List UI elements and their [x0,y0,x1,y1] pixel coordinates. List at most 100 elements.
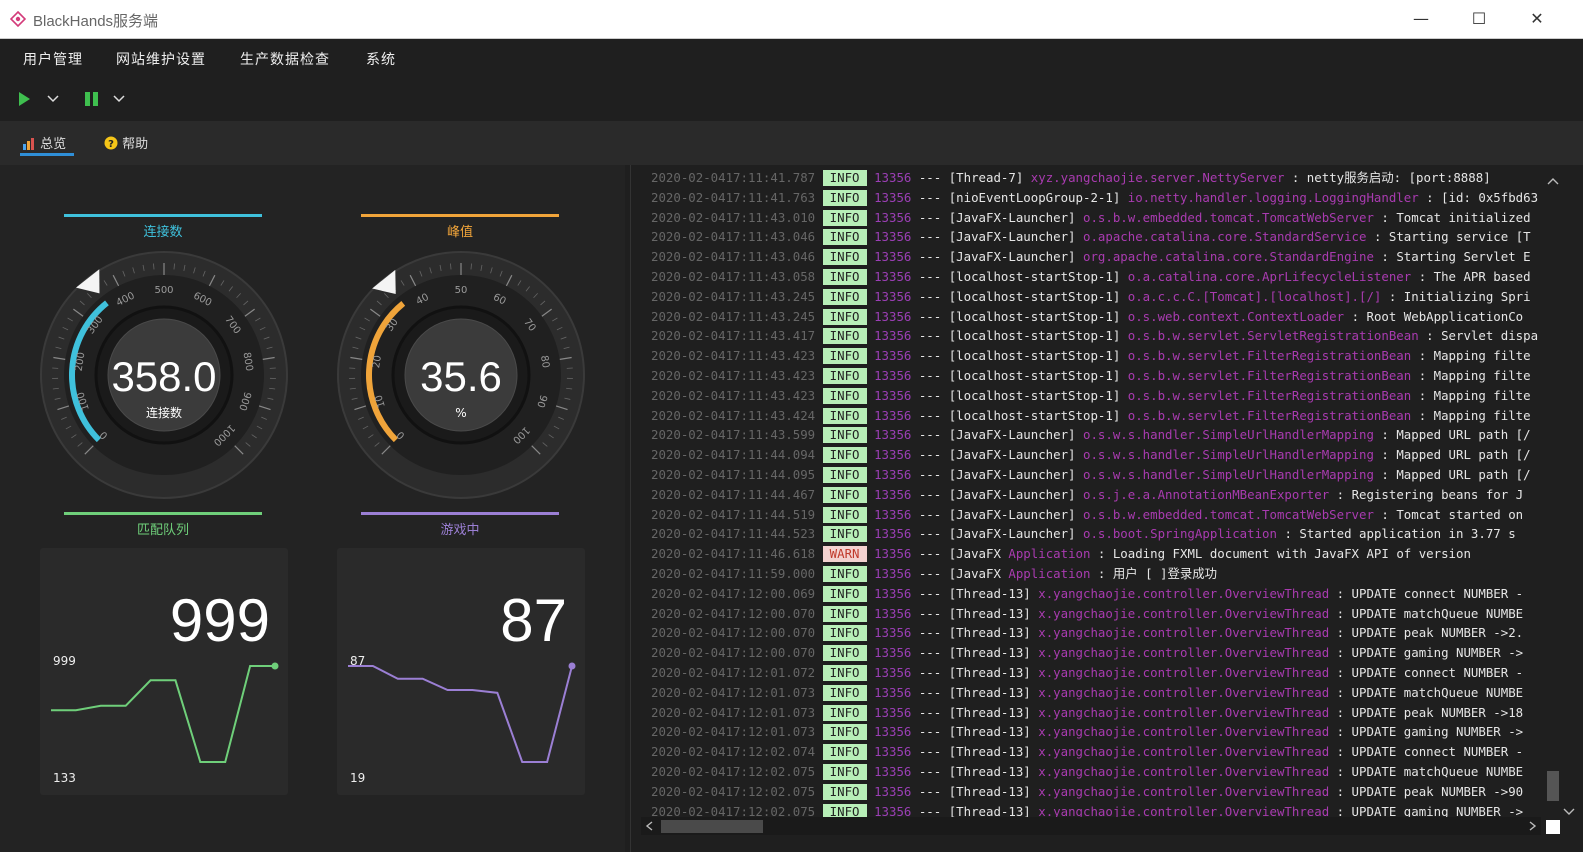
log-separator: --- [918,189,942,205]
log-logger: x.yangchaojie.controller.OverviewThread [1038,744,1330,760]
log-line: 2020-02-0417:12:02.075 INFO 13356 --- [T… [651,762,1546,782]
log-logger: o.s.w.s.handler.SimpleUrlHandlerMapping [1083,447,1374,463]
log-level-badge: INFO [822,605,867,622]
scroll-left-icon[interactable] [643,819,657,833]
minimize-button[interactable]: — [1398,6,1444,32]
gauge-minor-tick [470,263,472,270]
log-logger: Application [1008,565,1091,581]
log-message: : UPDATE connect NUMBER - [1336,744,1524,760]
log-level-badge: INFO [822,387,867,404]
menu-bar: 用户管理 网站维护设置 生产数据检查 系统 [0,39,1583,77]
log-timestamp: 2020-02-0417:12:01.072 [651,664,816,680]
log-pid: 13356 [874,427,912,443]
log-timestamp: 2020-02-0417:12:02.075 [651,803,816,819]
log-message: : Starting service [T [1373,229,1531,245]
gauge-tick-label: 20 [371,355,384,369]
log-thread: [JavaFX-Launcher] [948,486,1076,502]
log-separator: --- [918,229,942,245]
log-timestamp: 2020-02-0417:12:01.073 [651,724,816,740]
pause-icon[interactable] [84,91,100,107]
maximize-button[interactable]: ☐ [1456,6,1502,32]
horizontal-scroll-thumb[interactable] [661,820,763,833]
log-line: 2020-02-0417:11:44.523 INFO 13356 --- [J… [651,524,1546,544]
log-pid: 13356 [874,645,912,661]
log-separator: --- [918,645,942,661]
log-timestamp: 2020-02-0417:11:44.095 [651,466,816,482]
log-separator: --- [918,447,942,463]
scroll-right-icon[interactable] [1525,819,1539,833]
log-line: 2020-02-0417:12:00.070 INFO 13356 --- [T… [651,623,1546,643]
gauge-tick-label: 50 [455,285,468,296]
log-message: : UPDATE peak NUMBER ->90 [1336,783,1524,799]
menu-user-management[interactable]: 用户管理 [23,49,83,69]
window-title: BlackHands服务端 [33,13,159,30]
log-logger: o.a.catalina.core.AprLifecycleListener [1127,268,1412,284]
log-level-badge: INFO [822,170,867,186]
log-timestamp: 2020-02-0417:12:02.075 [651,763,816,779]
log-pid: 13356 [874,466,912,482]
log-logger: o.s.b.w.servlet.FilterRegistrationBean [1127,348,1412,364]
log-timestamp: 2020-02-0417:11:43.010 [651,209,816,225]
log-logger: o.s.b.w.embedded.tomcat.TomcatWebServer [1083,506,1374,522]
log-line: 2020-02-0417:11:41.787 INFO 13356 --- [T… [651,168,1546,188]
horizontal-scrollbar[interactable] [641,817,1541,835]
log-timestamp: 2020-02-0417:11:43.245 [651,288,816,304]
dashboard-panel: 连接数 峰值 0 100 200 300 400 500 600 700 800 900 1000 3… [0,165,625,852]
log-logger: o.s.b.w.servlet.ServletRegistrationBean [1127,328,1419,344]
log-timestamp: 2020-02-0417:11:43.417 [651,328,816,344]
menu-production-data[interactable]: 生产数据检查 [240,49,330,69]
play-icon[interactable] [18,91,32,107]
vertical-scrollbar[interactable] [1545,173,1575,818]
log-pid: 13356 [874,229,912,245]
tab-help[interactable]: ? 帮助 [104,133,148,152]
chevron-down-icon[interactable] [112,93,126,105]
log-message: : Tomcat started on [1381,506,1524,522]
vertical-scroll-thumb[interactable] [1547,771,1559,801]
log-level-badge: INFO [822,744,867,761]
log-level-badge: INFO [822,506,867,523]
menu-site-maintenance[interactable]: 网站维护设置 [116,49,206,69]
log-logger: o.s.w.s.handler.SimpleUrlHandlerMapping [1083,466,1374,482]
log-line: 2020-02-0417:11:43.046 INFO 13356 --- [J… [651,227,1546,247]
log-message: : Mapping filte [1418,367,1531,383]
log-thread: [JavaFX-Launcher] [948,506,1076,522]
log-logger: x.yangchaojie.controller.OverviewThread [1038,625,1330,641]
log-timestamp: 2020-02-0417:11:59.000 [651,565,816,581]
log-message: : Tomcat initialized [1381,209,1531,225]
log-separator: --- [918,249,942,265]
tab-bar: 总览 ? 帮助 [0,121,1583,165]
log-pid: 13356 [874,189,912,205]
log-pid: 13356 [874,209,912,225]
scroll-down-icon[interactable] [1561,805,1577,819]
log-message: : UPDATE connect NUMBER - [1336,664,1524,680]
log-separator: --- [918,763,942,779]
gaming-min-label: 19 [350,771,366,785]
menu-system[interactable]: 系统 [366,49,396,69]
log-level-badge: INFO [822,447,867,464]
log-thread: [Thread-13] [948,605,1031,621]
scroll-up-icon[interactable] [1545,174,1561,188]
log-line: 2020-02-0417:11:43.423 INFO 13356 --- [l… [651,386,1546,406]
log-pid: 13356 [874,803,912,819]
close-button[interactable]: ✕ [1514,6,1560,32]
log-message: : UPDATE gaming NUMBER -> [1336,803,1524,819]
log-thread: [Thread-13] [948,724,1031,740]
log-message: : UPDATE peak NUMBER ->18 [1336,704,1524,720]
log-logger: Application [1008,546,1091,562]
sparkline-series [51,665,275,763]
log-timestamp: 2020-02-0417:11:43.424 [651,407,816,423]
log-message: : Servlet dispa [1426,328,1539,344]
sparkline-end-point [271,662,279,670]
log-logger: x.yangchaojie.controller.OverviewThread [1038,585,1330,601]
log-console[interactable]: 2020-02-0417:11:41.787 INFO 13356 --- [T… [651,168,1546,818]
app-logo-icon [10,11,26,27]
log-thread: [JavaFX [948,565,1001,581]
toolbar [0,77,1583,121]
match-queue-sparkline [51,662,279,763]
log-pid: 13356 [874,585,912,601]
log-message: : Mapping filte [1418,348,1531,364]
log-thread: [localhost-startStop-1] [948,308,1121,324]
tab-overview[interactable]: 总览 [22,133,66,152]
log-thread: [Thread-13] [948,763,1031,779]
chevron-down-icon[interactable] [46,93,60,105]
